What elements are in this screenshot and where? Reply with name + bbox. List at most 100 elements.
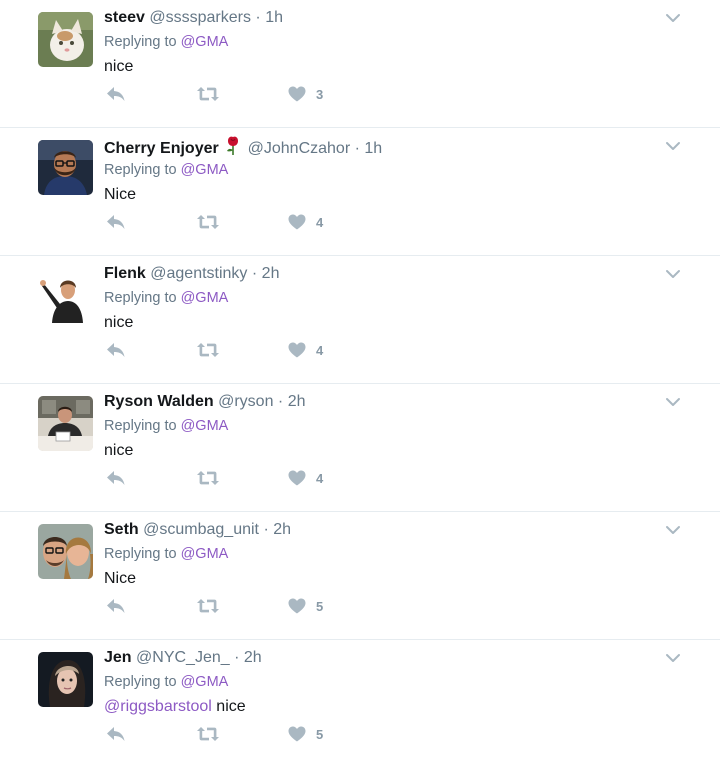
user-handle[interactable]: @ssssparkers xyxy=(149,9,251,26)
tweet-header: Jen @NYC_Jen_ · 2h xyxy=(104,648,262,668)
reply-icon xyxy=(107,343,125,357)
reply-icon xyxy=(107,215,125,229)
user-handle[interactable]: @JohnCzahor xyxy=(248,140,351,157)
tweet-actions: 4 xyxy=(104,212,364,232)
chevron-down-icon[interactable] xyxy=(665,266,681,282)
avatar[interactable] xyxy=(38,396,93,451)
tweet-text: Nice xyxy=(104,570,136,588)
timestamp[interactable]: 2h xyxy=(273,521,291,538)
like-button[interactable]: 5 xyxy=(288,596,323,616)
tweet[interactable]: Flenk @agentstinky · 2h Replying to @GMA… xyxy=(0,256,720,384)
tweet-header: Flenk @agentstinky · 2h xyxy=(104,264,279,284)
reply-icon xyxy=(107,599,125,613)
replying-to-label: Replying to xyxy=(104,290,177,306)
avatar[interactable] xyxy=(38,12,93,67)
user-handle[interactable]: @agentstinky xyxy=(150,265,247,282)
like-button[interactable]: 4 xyxy=(288,340,323,360)
tweet-text: Nice xyxy=(104,186,136,204)
reply-icon xyxy=(107,471,125,485)
replying-to-label: Replying to xyxy=(104,674,177,690)
retweet-button[interactable] xyxy=(196,596,220,616)
tweet-mention-link[interactable]: @riggsbarstool xyxy=(104,698,212,715)
replying-to: Replying to @GMA xyxy=(104,418,228,434)
retweet-button[interactable] xyxy=(196,724,220,744)
heart-icon xyxy=(288,214,306,230)
reply-target-link[interactable]: @GMA xyxy=(181,418,229,434)
tweet-header: Seth @scumbag_unit · 2h xyxy=(104,520,291,540)
like-button[interactable]: 5 xyxy=(288,724,323,744)
retweet-button[interactable] xyxy=(196,84,220,104)
tweet-body: nice xyxy=(104,442,134,459)
reply-button[interactable] xyxy=(106,340,126,360)
reply-button[interactable] xyxy=(106,468,126,488)
chevron-down-icon[interactable] xyxy=(665,650,681,666)
like-count: 4 xyxy=(316,214,324,230)
retweet-icon xyxy=(197,87,219,101)
avatar[interactable] xyxy=(38,140,93,195)
tweet[interactable]: Seth @scumbag_unit · 2h Replying to @GMA… xyxy=(0,512,720,640)
timestamp[interactable]: 2h xyxy=(288,393,306,410)
retweet-button[interactable] xyxy=(196,340,220,360)
like-count: 3 xyxy=(316,86,324,102)
reply-target-link[interactable]: @GMA xyxy=(181,162,229,178)
tweet-actions: 5 xyxy=(104,724,364,744)
reply-target-link[interactable]: @GMA xyxy=(181,290,229,306)
retweet-icon xyxy=(197,599,219,613)
timestamp[interactable]: 2h xyxy=(244,649,262,666)
replying-to: Replying to @GMA xyxy=(104,290,228,306)
like-count: 5 xyxy=(316,598,324,614)
replying-to-label: Replying to xyxy=(104,162,177,178)
reply-button[interactable] xyxy=(106,596,126,616)
reply-icon xyxy=(107,727,125,741)
tweet[interactable]: steev @ssssparkers · 1h Replying to @GMA… xyxy=(0,0,720,128)
like-button[interactable]: 4 xyxy=(288,212,323,232)
display-name[interactable]: Ryson Walden xyxy=(104,393,214,410)
separator-dot: · xyxy=(234,649,240,666)
reply-button[interactable] xyxy=(106,84,126,104)
tweet-actions: 5 xyxy=(104,596,364,616)
display-name[interactable]: Seth xyxy=(104,521,139,538)
tweet[interactable]: Ryson Walden @ryson · 2h Replying to @GM… xyxy=(0,384,720,512)
display-name[interactable]: Jen xyxy=(104,649,132,666)
tweet-header: Cherry Enjoyer @JohnCzahor · 1h xyxy=(104,136,382,159)
tweet-header: steev @ssssparkers · 1h xyxy=(104,8,283,28)
reply-target-link[interactable]: @GMA xyxy=(181,546,229,562)
user-handle[interactable]: @scumbag_unit xyxy=(143,521,259,538)
timestamp[interactable]: 1h xyxy=(265,9,283,26)
separator-dot: · xyxy=(251,265,258,282)
display-name[interactable]: steev xyxy=(104,9,145,26)
reply-button[interactable] xyxy=(106,212,126,232)
tweet-body: nice xyxy=(216,698,246,715)
rose-emoji-icon xyxy=(227,136,239,155)
avatar[interactable] xyxy=(38,524,93,579)
user-handle[interactable]: @ryson xyxy=(218,393,273,410)
tweet-body: Nice xyxy=(104,186,137,203)
display-name[interactable]: Cherry Enjoyer xyxy=(104,140,219,157)
reply-target-link[interactable]: @GMA xyxy=(181,34,229,50)
like-count: 5 xyxy=(316,726,324,742)
like-button[interactable]: 3 xyxy=(288,84,323,104)
display-name[interactable]: Flenk xyxy=(104,265,146,282)
reply-button[interactable] xyxy=(106,724,126,744)
timestamp[interactable]: 1h xyxy=(364,140,382,157)
timestamp[interactable]: 2h xyxy=(262,265,280,282)
replying-to-label: Replying to xyxy=(104,546,177,562)
tweet[interactable]: Jen @NYC_Jen_ · 2h Replying to @GMA @rig… xyxy=(0,640,720,768)
chevron-down-icon[interactable] xyxy=(665,394,681,410)
chevron-down-icon[interactable] xyxy=(665,522,681,538)
tweet[interactable]: Cherry Enjoyer @JohnCzahor · 1h Replying… xyxy=(0,128,720,256)
retweet-button[interactable] xyxy=(196,468,220,488)
like-button[interactable]: 4 xyxy=(288,468,323,488)
chevron-down-icon[interactable] xyxy=(665,10,681,26)
chevron-down-icon[interactable] xyxy=(665,138,681,154)
user-handle[interactable]: @NYC_Jen_ xyxy=(136,649,230,666)
avatar[interactable] xyxy=(38,268,93,323)
avatar[interactable] xyxy=(38,652,93,707)
woman-selfie-avatar-icon xyxy=(38,652,93,707)
retweet-icon xyxy=(197,727,219,741)
reply-target-link[interactable]: @GMA xyxy=(181,674,229,690)
tweet-actions: 4 xyxy=(104,468,364,488)
tweet-body: Nice xyxy=(104,570,137,587)
retweet-button[interactable] xyxy=(196,212,220,232)
reply-feed: steev @ssssparkers · 1h Replying to @GMA… xyxy=(0,0,720,768)
